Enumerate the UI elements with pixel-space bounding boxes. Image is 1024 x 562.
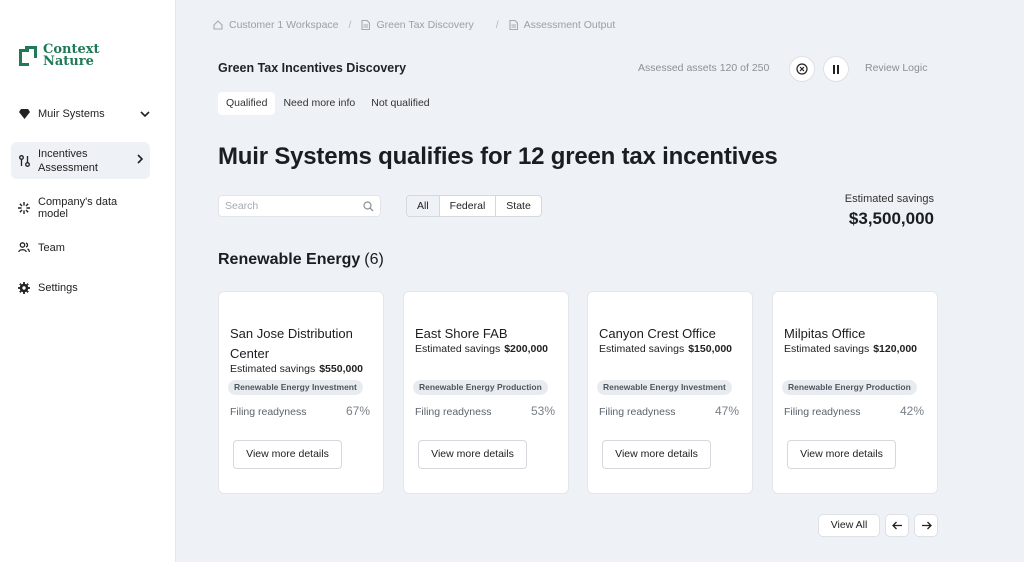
logo-icon [17,45,39,67]
breadcrumb-label: Customer 1 Workspace [229,19,339,31]
incentive-type-badge: Renewable Energy Investment [228,380,363,395]
incentive-card: Milpitas Office Estimated savings $120,00… [772,291,938,494]
breadcrumb-separator: / [495,19,499,31]
page-title: Green Tax Incentives Discovery [218,61,407,75]
filter-state[interactable]: State [496,196,541,216]
card-est-value: $200,000 [504,343,549,355]
breadcrumb-item-discovery[interactable]: Green Tax Discovery [361,19,474,31]
users-icon [18,242,30,254]
next-page-button[interactable] [914,514,938,537]
card-est-value: $550,000 [319,363,364,375]
filing-readiness-percent: 67% [345,404,370,418]
section-count: (6) [364,251,384,268]
view-more-details-button[interactable]: View more details [602,440,711,469]
document-icon [361,20,371,30]
view-all-button[interactable]: View All [818,514,880,537]
card-est-label: Estimated savings [784,343,870,355]
filing-readiness-label: Filing readyness [599,406,676,418]
incentive-type-badge: Renewable Energy Investment [597,380,732,395]
card-est-value: $120,000 [873,343,918,355]
home-icon [213,20,223,30]
breadcrumb-label: Green Tax Discovery [376,19,474,31]
filing-readiness-label: Filing readyness [784,406,861,418]
sidebar-item-label: Team [38,241,65,254]
stop-button[interactable] [789,56,815,82]
filing-readiness-percent: 47% [714,404,739,418]
card-title: Milpitas Office [784,326,866,341]
sparkle-icon [18,201,30,214]
arrow-right-icon [921,521,932,530]
review-logic-link[interactable]: Review Logic [865,62,927,74]
diamond-icon [18,108,30,120]
gear-icon [18,281,30,294]
search-box [218,195,381,217]
breadcrumb: Customer 1 Workspace / Green Tax Discove… [213,19,615,31]
sidebar: Context Nature Muir Systems Incentives A… [0,0,176,562]
search-icon[interactable] [363,201,374,215]
document-icon [509,20,518,30]
breadcrumb-item-workspace[interactable]: Customer 1 Workspace [213,19,339,31]
filing-readiness-percent: 42% [899,404,924,418]
card-est-value: $150,000 [688,343,733,355]
brand-logo[interactable]: Context Nature [17,43,100,69]
stop-circle-icon [796,63,808,75]
sidebar-item-label: Settings [38,281,78,294]
tab-not-qualified[interactable]: Not qualified [363,92,437,115]
jurisdiction-filter: All Federal State [406,195,542,217]
assessed-assets-status: Assessed assets 120 of 250 [638,62,770,74]
card-title: San Jose Distribution Center [230,326,353,361]
tab-need-more-info[interactable]: Need more info [275,92,363,115]
sidebar-item-label: Muir Systems [38,107,105,120]
card-estimated-savings: Estimated savings $200,000 [415,343,548,355]
sidebar-item-label: Company's data model [38,195,118,220]
filter-all[interactable]: All [407,196,440,216]
sidebar-item-settings[interactable]: Settings [11,279,150,296]
card-est-label: Estimated savings [599,343,685,355]
chevron-right-icon[interactable] [137,154,144,167]
estimated-savings-label: Estimated savings [844,193,934,205]
card-est-label: Estimated savings [415,343,501,355]
view-more-details-button[interactable]: View more details [787,440,896,469]
branch-icon [18,154,30,167]
card-title: Canyon Crest Office [599,326,716,341]
qualification-headline: Muir Systems qualifies for 12 green tax … [218,143,778,170]
incentive-card: San Jose Distribution Center Estimated s… [218,291,384,494]
view-more-details-button[interactable]: View more details [233,440,342,469]
sidebar-item-team[interactable]: Team [11,239,150,256]
pause-icon [832,64,840,74]
sidebar-item-label: Incentives Assessment [38,147,98,174]
filing-readiness-percent: 53% [530,404,555,418]
filing-readiness-label: Filing readyness [415,406,492,418]
view-more-details-button[interactable]: View more details [418,440,527,469]
status-tabs: Qualified Need more info Not qualified [218,92,438,115]
card-title: East Shore FAB [415,326,508,341]
tab-qualified[interactable]: Qualified [218,92,276,115]
sidebar-item-muir-systems[interactable]: Muir Systems [11,105,150,122]
section-title: Renewable Energy (6) [218,251,384,269]
pause-button[interactable] [823,56,849,82]
incentive-card: East Shore FAB Estimated savings $200,000… [403,291,569,494]
card-estimated-savings: Estimated savings $550,000 [230,363,363,375]
estimated-savings-value: $3,500,000 [848,209,934,228]
section-title-text: Renewable Energy [218,251,361,268]
brand-line-2: Nature [43,54,94,69]
arrow-left-icon [891,521,903,530]
filter-federal[interactable]: Federal [440,196,497,216]
search-input[interactable] [225,200,357,212]
card-estimated-savings: Estimated savings $150,000 [599,343,732,355]
filing-readiness-label: Filing readyness [230,406,307,418]
breadcrumb-label: Assessment Output [523,19,616,31]
sidebar-item-data-model[interactable]: Company's data model [11,196,150,220]
incentive-type-badge: Renewable Energy Production [782,380,917,395]
card-estimated-savings: Estimated savings $120,000 [784,343,917,355]
incentive-type-badge: Renewable Energy Production [413,380,548,395]
card-est-label: Estimated savings [230,363,316,375]
chevron-down-icon[interactable] [140,108,150,120]
breadcrumb-separator: / [348,19,352,31]
breadcrumb-item-output[interactable]: Assessment Output [509,19,616,31]
previous-page-button[interactable] [885,514,909,537]
sidebar-item-incentives-assessment[interactable]: Incentives Assessment [11,142,150,179]
incentive-card: Canyon Crest Office Estimated savings $15… [587,291,753,494]
